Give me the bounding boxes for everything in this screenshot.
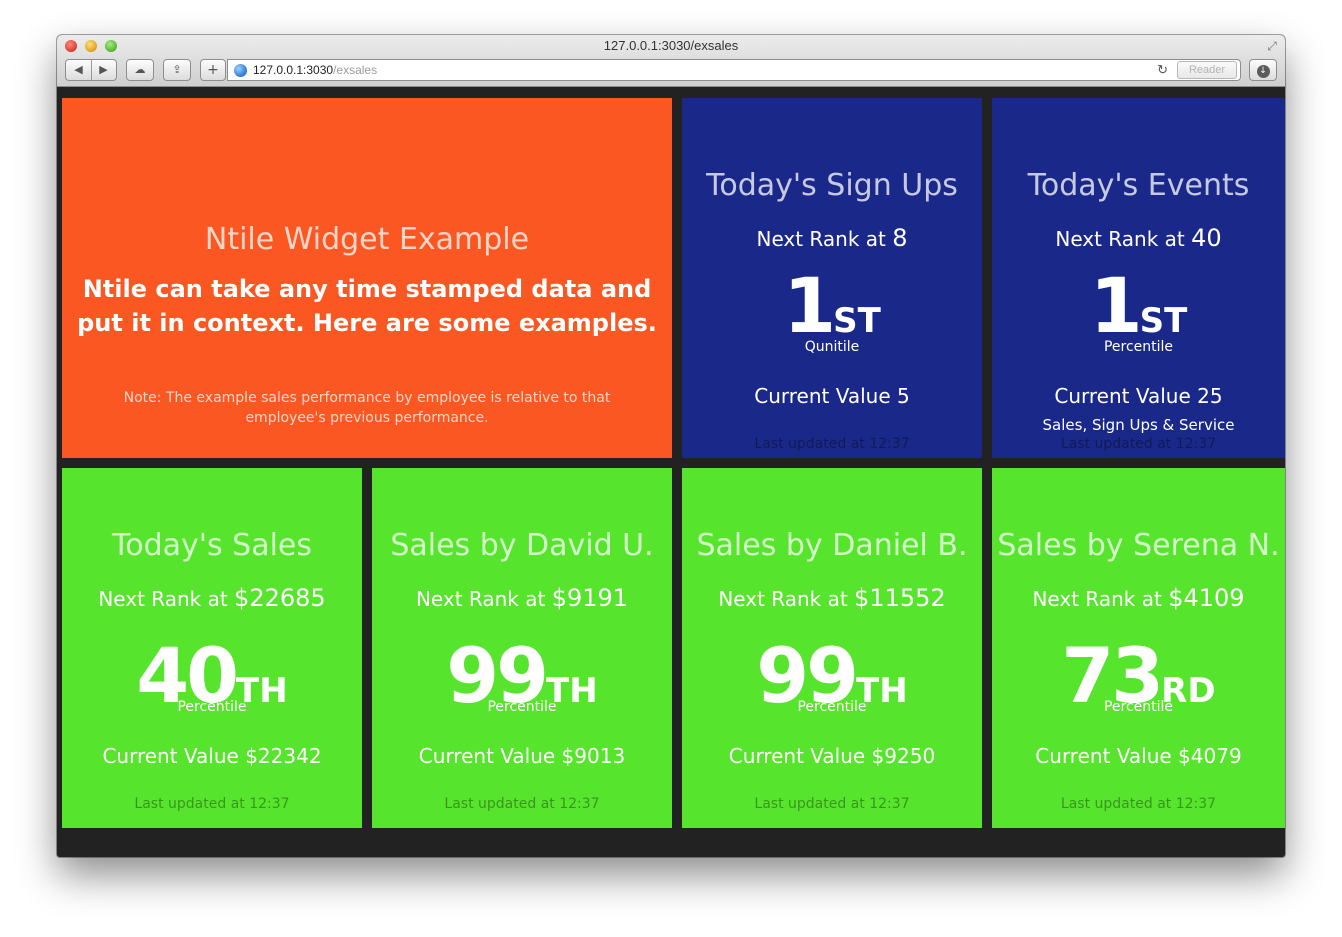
add-bookmark-button[interactable]: + xyxy=(200,59,226,81)
next-rank-label: Next Rank at xyxy=(1055,227,1192,251)
last-updated: Last updated at 12:37 xyxy=(754,796,910,812)
reload-icon[interactable]: ↻ xyxy=(1157,60,1168,80)
next-rank-value: $11552 xyxy=(854,584,946,612)
browser-window: 127.0.0.1:3030/exsales ⤢ ◀ ▶ ☁ ⇪ + 127.0.… xyxy=(57,35,1285,857)
rank-label: Percentile xyxy=(177,699,247,715)
last-updated: Last updated at 12:37 xyxy=(1060,796,1217,812)
rank-display: 1ST xyxy=(682,268,982,344)
last-updated: Last updated at 12:37 xyxy=(754,436,910,452)
current-value: Current Value 5 xyxy=(754,384,910,408)
intro-text: Ntile can take any time stamped data and… xyxy=(77,275,657,337)
widget-sales-serena: Sales by Serena N. Next Rank at $4109 73… xyxy=(992,468,1285,828)
window-title: 127.0.0.1:3030/exsales xyxy=(603,38,739,53)
back-forward-buttons: ◀ ▶ xyxy=(65,59,117,81)
intro-title: Ntile Widget Example xyxy=(204,222,530,257)
next-rank: Next Rank at $9191 xyxy=(372,584,672,612)
widget-title: Sales by David U. xyxy=(390,528,654,563)
back-icon[interactable]: ◀ xyxy=(67,60,91,80)
rank-label: Percentile xyxy=(487,699,557,715)
next-rank-value: 40 xyxy=(1191,224,1222,252)
rank-number: 1 xyxy=(1089,261,1143,350)
rank-suffix: ST xyxy=(1139,301,1188,341)
current-value: Current Value $9013 xyxy=(418,744,626,768)
next-rank-label: Next Rank at xyxy=(756,227,893,251)
plus-icon: + xyxy=(207,62,219,78)
widget-title: Sales by Serena N. xyxy=(997,528,1280,563)
intro-note: Note: The example sales performance by e… xyxy=(123,390,611,426)
address-bar[interactable]: 127.0.0.1:3030/exsales ↻ Reader xyxy=(227,59,1241,81)
reader-button[interactable]: Reader xyxy=(1177,61,1237,79)
next-rank-label: Next Rank at xyxy=(98,587,235,611)
next-rank-label: Next Rank at xyxy=(415,587,552,611)
url-path: /exsales xyxy=(333,63,378,77)
icloud-tabs-button[interactable]: ☁ xyxy=(126,59,154,81)
next-rank-value: 8 xyxy=(892,224,908,252)
current-value: Current Value $4079 xyxy=(1035,744,1242,768)
widget-title: Today's Events xyxy=(1027,168,1250,203)
url-host: 127.0.0.1:3030 xyxy=(253,63,334,77)
last-updated: Last updated at 12:37 xyxy=(444,796,600,812)
current-value: Current Value $9250 xyxy=(728,744,936,768)
widget-title: Sales by Daniel B. xyxy=(696,528,968,563)
next-rank-value: $4109 xyxy=(1168,584,1245,612)
forward-icon[interactable]: ▶ xyxy=(92,60,116,80)
next-rank-value: $22685 xyxy=(234,584,326,612)
next-rank-label: Next Rank at xyxy=(1032,587,1169,611)
rank-number: 1 xyxy=(783,261,836,350)
intro-widget: Ntile Widget Example Ntile can take any … xyxy=(62,98,672,458)
widget-title: Today's Sign Ups xyxy=(706,168,958,203)
rank-label: Percentile xyxy=(797,699,867,715)
widget-subtitle: Sales, Sign Ups & Service xyxy=(1042,416,1235,434)
downloads-button[interactable]: ↓ xyxy=(1249,59,1277,81)
download-icon: ↓ xyxy=(1256,65,1270,78)
rank-label: Percentile xyxy=(1103,339,1174,355)
next-rank: Next Rank at $4109 xyxy=(992,584,1285,612)
widget-sales-david: Sales by David U. Next Rank at $9191 99T… xyxy=(372,468,672,828)
rank-suffix: ST xyxy=(833,301,881,341)
current-value: Current Value $22342 xyxy=(102,744,322,768)
cloud-icon: ☁ xyxy=(134,63,146,76)
fullscreen-icon[interactable]: ⤢ xyxy=(1265,39,1279,53)
next-rank: Next Rank at 40 xyxy=(992,224,1285,252)
next-rank: Next Rank at $22685 xyxy=(62,584,362,612)
widget-sales-daniel: Sales by Daniel B. Next Rank at $11552 9… xyxy=(682,468,982,828)
next-rank: Next Rank at 8 xyxy=(682,224,982,252)
next-rank: Next Rank at $11552 xyxy=(682,584,982,612)
rank-display: 1ST xyxy=(992,268,1285,344)
widget-sign-ups: Today's Sign Ups Next Rank at 8 1ST Quni… xyxy=(682,98,982,458)
last-updated: Last updated at 12:37 xyxy=(1060,436,1217,452)
rank-label: Qunitile xyxy=(804,339,860,355)
share-button[interactable]: ⇪ xyxy=(163,59,191,81)
next-rank-label: Next Rank at xyxy=(718,587,855,611)
rank-label: Percentile xyxy=(1103,699,1174,715)
widget-title: Today's Sales xyxy=(111,528,313,563)
widget-todays-sales: Today's Sales Next Rank at $22685 40TH P… xyxy=(62,468,362,828)
widget-events: Today's Events Next Rank at 40 1ST Perce… xyxy=(992,98,1285,458)
next-rank-value: $9191 xyxy=(551,584,629,612)
browser-titlebar: 127.0.0.1:3030/exsales ⤢ ◀ ▶ ☁ ⇪ + 127.0.… xyxy=(57,35,1285,87)
url-text: 127.0.0.1:3030/exsales xyxy=(253,60,377,80)
last-updated: Last updated at 12:37 xyxy=(134,796,290,812)
share-icon: ⇪ xyxy=(172,63,182,76)
current-value: Current Value 25 xyxy=(1054,384,1223,408)
globe-icon xyxy=(234,64,247,77)
dashboard: Ntile Widget Example Ntile can take any … xyxy=(57,88,1285,857)
